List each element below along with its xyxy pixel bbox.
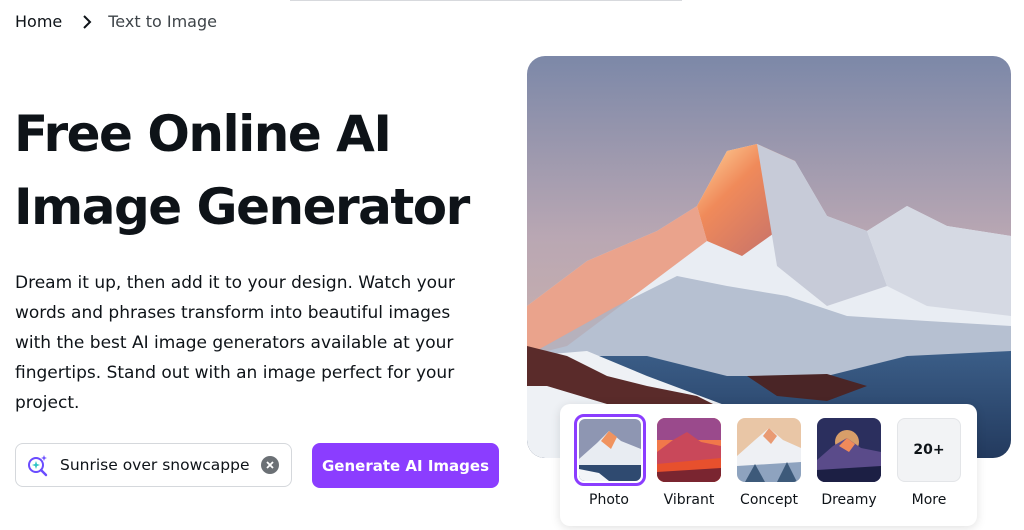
clear-icon[interactable] — [261, 456, 279, 474]
style-option-concept[interactable]: Concept — [734, 418, 804, 508]
style-label: More — [911, 492, 947, 508]
style-label: Concept — [740, 492, 798, 508]
breadcrumb-home-link[interactable]: Home — [15, 12, 62, 31]
style-option-dreamy[interactable]: Dreamy — [814, 418, 884, 508]
vibrant-thumbnail — [657, 418, 721, 482]
breadcrumb-current: Text to Image — [108, 12, 217, 31]
prompt-input[interactable] — [60, 456, 260, 474]
style-option-photo[interactable]: Photo — [574, 414, 646, 508]
sparkle-search-icon — [26, 453, 50, 477]
style-label: Dreamy — [821, 492, 877, 508]
breadcrumb: Home Text to Image — [15, 12, 217, 31]
more-styles-count: 20+ — [897, 418, 961, 482]
concept-thumbnail — [737, 418, 801, 482]
style-option-vibrant[interactable]: Vibrant — [654, 418, 724, 508]
hero-description: Dream it up, then add it to your design.… — [15, 273, 455, 413]
generate-ai-images-button[interactable]: Generate AI Images — [312, 443, 499, 488]
style-label: Vibrant — [663, 492, 715, 508]
page-title: Free Online AI Image Generator — [14, 98, 514, 244]
style-option-more[interactable]: 20+ More — [894, 418, 964, 508]
style-picker: Photo Vibrant Concept Dreamy 20+ More — [560, 404, 977, 526]
title-line-1: Free Online AI — [14, 105, 392, 163]
chevron-right-icon — [82, 14, 92, 29]
dreamy-thumbnail — [817, 418, 881, 482]
top-divider — [290, 0, 682, 1]
prompt-field[interactable] — [15, 443, 292, 487]
hero-image — [527, 56, 1011, 458]
title-line-2: Image Generator — [14, 178, 470, 236]
style-label: Photo — [589, 492, 629, 508]
photo-thumbnail — [574, 414, 646, 486]
